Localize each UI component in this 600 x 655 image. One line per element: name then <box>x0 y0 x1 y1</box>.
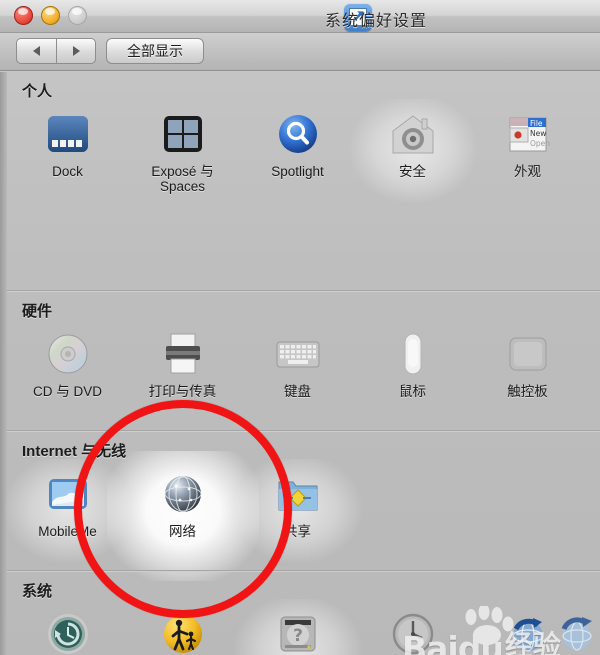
network-globe-icon <box>158 469 208 519</box>
pref-item-label: CD 与 DVD <box>32 384 102 399</box>
spotlight-icon <box>273 109 323 159</box>
group-hardware: 硬件 CD 与 DVD 打印与传真 键盘 鼠标 触控板 <box>0 300 600 399</box>
dock-icon <box>43 109 93 159</box>
pref-item-trackpad[interactable]: 触控板 <box>470 325 585 399</box>
chevron-left-icon <box>33 46 40 56</box>
sharing-folder-icon <box>273 469 323 519</box>
forward-button[interactable] <box>56 38 96 64</box>
pref-item-appearance[interactable]: File New Open 外观 <box>470 105 585 194</box>
pref-item-label: 键盘 <box>284 384 311 399</box>
pref-item-security[interactable]: 安全 <box>348 99 477 203</box>
pref-item-date-time[interactable]: 日期与时间 <box>355 605 470 655</box>
group-row: MobileMe 网络 共享 <box>0 451 600 581</box>
startup-disk-icon: ? <box>273 609 323 655</box>
svg-text:?: ? <box>293 626 303 646</box>
pref-item-time-machine[interactable]: Time Machine <box>10 605 125 655</box>
compact-disc-icon <box>43 329 93 379</box>
pref-item-label: Spotlight <box>271 164 324 179</box>
expose-spaces-icon <box>158 109 208 159</box>
appearance-window-icon: File New Open <box>503 109 553 159</box>
pref-item-dock[interactable]: Dock <box>10 105 125 194</box>
pref-item-mouse[interactable]: 鼠标 <box>355 325 470 399</box>
group-title: Internet 与无线 <box>22 443 127 460</box>
group-system: 系统 Time Machine <box>0 580 600 655</box>
pref-item-print-fax[interactable]: 打印与传真 <box>125 325 240 399</box>
pref-item-label: 外观 <box>514 164 541 179</box>
pref-item-software-update[interactable]: 软件更新 <box>470 605 585 655</box>
group-personal: 个人 Dock Exposé 与 Spaces Spotlight 安全 Fil… <box>0 80 600 203</box>
pref-item-parental-controls[interactable]: 家长控制 <box>125 605 240 655</box>
date-time-clock-icon <box>388 609 438 655</box>
window-titlebar: 系统偏好设置 <box>0 0 600 33</box>
pref-item-label: 安全 <box>399 164 426 179</box>
chevron-right-icon <box>72 46 80 56</box>
pref-item-network[interactable]: 网络 <box>106 451 259 581</box>
group-title: 系统 <box>22 583 53 600</box>
pref-item-label: 网络 <box>169 524 196 539</box>
navigation-segmented-control <box>16 38 96 64</box>
printer-fax-icon <box>158 329 208 379</box>
pref-item-label: Exposé 与 Spaces <box>151 164 214 194</box>
group-row: Time Machine <box>0 599 600 655</box>
keyboard-icon <box>273 329 323 379</box>
pref-item-label: 触控板 <box>507 384 548 399</box>
preferences-grid: 个人 Dock Exposé 与 Spaces Spotlight 安全 Fil… <box>0 71 600 655</box>
pref-item-keyboard[interactable]: 键盘 <box>240 325 355 399</box>
group-divider <box>7 290 600 291</box>
pref-item-mobileme[interactable]: MobileMe <box>3 459 132 563</box>
parental-controls-icon <box>158 609 208 655</box>
group-divider <box>7 430 600 431</box>
time-machine-icon <box>43 609 93 655</box>
show-all-button[interactable]: 全部显示 <box>106 38 204 64</box>
group-divider <box>7 570 600 571</box>
pref-item-startup-disk[interactable]: ? 启动磁盘 <box>233 599 362 655</box>
pref-item-spotlight[interactable]: Spotlight <box>240 105 355 194</box>
pref-item-label: Dock <box>52 164 83 179</box>
group-title: 硬件 <box>22 303 53 320</box>
mouse-icon <box>388 329 438 379</box>
pref-item-label: 打印与传真 <box>148 384 217 399</box>
trackpad-icon <box>503 329 553 379</box>
svg-text:Open: Open <box>530 139 550 148</box>
svg-text:File: File <box>530 119 543 128</box>
group-row: CD 与 DVD 打印与传真 键盘 鼠标 触控板 <box>0 325 600 399</box>
group-row: Dock Exposé 与 Spaces Spotlight 安全 File N… <box>0 99 600 203</box>
group-title: 个人 <box>22 83 53 100</box>
toolbar: 全部显示 <box>0 33 600 71</box>
pref-item-sharing[interactable]: 共享 <box>233 459 362 563</box>
svg-text:New: New <box>530 129 546 138</box>
pref-item-label: MobileMe <box>38 524 97 539</box>
software-update-icon <box>503 609 553 655</box>
page-title: 系统偏好设置 <box>324 13 427 30</box>
mobileme-cloud-icon <box>43 469 93 519</box>
system-preferences-window: 系统偏好设置 全部显示 个人 Dock Exposé 与 Spaces Spot… <box>0 0 600 655</box>
pref-item-cd-dvd[interactable]: CD 与 DVD <box>10 325 125 399</box>
group-internet-wireless: Internet 与无线 MobileMe 网络 共享 <box>0 440 600 581</box>
pref-item-label: 鼠标 <box>399 384 426 399</box>
pref-item-label: 共享 <box>284 524 311 539</box>
pref-item-expose-spaces[interactable]: Exposé 与 Spaces <box>125 105 240 194</box>
back-button[interactable] <box>16 38 56 64</box>
security-house-icon <box>388 109 438 159</box>
